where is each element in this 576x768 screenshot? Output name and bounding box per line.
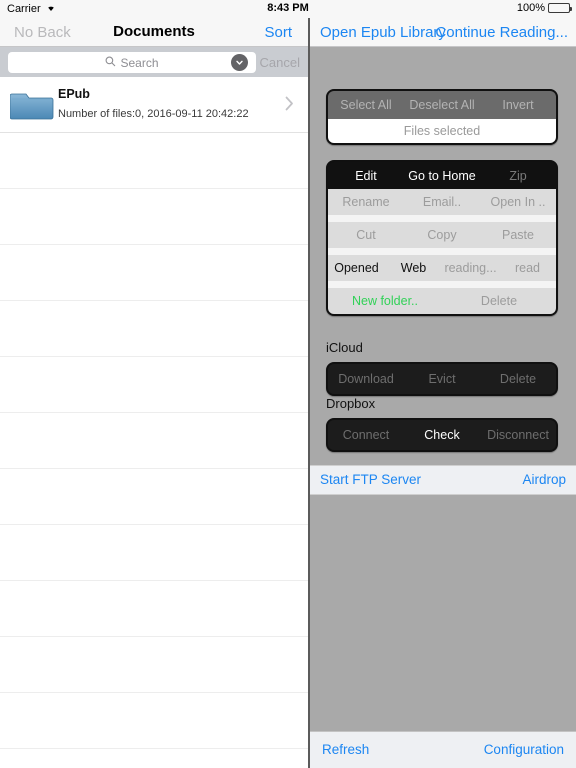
open-epub-library-button[interactable]: Open Epub Library xyxy=(320,24,446,41)
table-row[interactable] xyxy=(0,133,308,189)
page-title: Documents xyxy=(113,23,195,40)
cut-button[interactable]: Cut xyxy=(328,228,404,242)
battery-nub xyxy=(570,7,572,11)
status-bar-right: 100% xyxy=(516,2,572,14)
table-row[interactable] xyxy=(0,693,308,749)
search-input[interactable]: Search xyxy=(8,52,256,73)
dropbox-connect-button[interactable]: Connect xyxy=(328,428,404,442)
table-row[interactable] xyxy=(0,245,308,301)
app-root: Carrier 8:43 PM 100% No Back Documents S… xyxy=(0,0,576,768)
table-row[interactable] xyxy=(0,469,308,525)
search-bar: Search Cancel xyxy=(0,47,308,77)
icloud-buttons-row: Download Evict Delete xyxy=(328,364,556,394)
search-icon xyxy=(105,54,116,72)
opened-button[interactable]: Opened xyxy=(328,261,385,275)
files-selected-status: Files selected xyxy=(328,119,556,143)
icloud-evict-button[interactable]: Evict xyxy=(404,372,480,386)
status-bar: Carrier 8:43 PM 100% xyxy=(0,0,576,18)
table-row[interactable] xyxy=(0,581,308,637)
tools-pane: Open Epub Library Continue Reading... Se… xyxy=(310,18,576,768)
table-row[interactable] xyxy=(0,413,308,469)
table-row[interactable] xyxy=(0,525,308,581)
deselect-all-button[interactable]: Deselect All xyxy=(404,98,480,112)
row-separator xyxy=(328,281,556,288)
continue-reading-button[interactable]: Continue Reading... xyxy=(435,24,568,41)
row-subtitle: Number of files:0, 2016-09-11 20:42:22 xyxy=(58,108,249,120)
battery-percent-label: 100% xyxy=(516,2,545,14)
email-button[interactable]: Email.. xyxy=(404,195,480,209)
folder-icon xyxy=(9,88,54,122)
copy-button[interactable]: Copy xyxy=(404,228,480,242)
actions-row-clipboard: Cut Copy Paste xyxy=(328,222,556,248)
reading-button[interactable]: reading... xyxy=(442,261,499,275)
dropbox-disconnect-button[interactable]: Disconnect xyxy=(480,428,556,442)
icloud-download-button[interactable]: Download xyxy=(328,372,404,386)
new-folder-button[interactable]: New folder.. xyxy=(328,294,442,308)
table-row[interactable] xyxy=(0,301,308,357)
icloud-section-label: iCloud xyxy=(326,340,363,355)
battery-icon xyxy=(548,3,572,13)
read-button[interactable]: read xyxy=(499,261,556,275)
rename-button[interactable]: Rename xyxy=(328,195,404,209)
chevron-down-circle-icon[interactable] xyxy=(231,54,248,71)
actions-row-file: Rename Email.. Open In .. xyxy=(328,189,556,215)
row-title: EPub xyxy=(58,87,90,101)
zip-button[interactable]: Zip xyxy=(480,169,556,183)
actions-row-primary: Edit Go to Home Zip xyxy=(328,162,556,189)
actions-row-manage: New folder.. Delete xyxy=(328,288,556,314)
select-all-button[interactable]: Select All xyxy=(328,98,404,112)
airdrop-button[interactable]: Airdrop xyxy=(522,472,566,487)
go-to-home-button[interactable]: Go to Home xyxy=(404,169,480,183)
chevron-right-icon xyxy=(285,96,294,116)
invert-button[interactable]: Invert xyxy=(480,98,556,112)
selection-buttons-row: Select All Deselect All Invert xyxy=(328,91,556,119)
empty-rows-container xyxy=(0,133,308,749)
web-button[interactable]: Web xyxy=(385,261,442,275)
bottom-toolbar: Refresh Configuration xyxy=(310,731,576,768)
icloud-delete-button[interactable]: Delete xyxy=(480,372,556,386)
delete-button[interactable]: Delete xyxy=(442,294,556,308)
left-navigation-bar: No Back Documents Sort xyxy=(0,18,308,47)
search-placeholder: Search xyxy=(120,55,159,70)
row-separator xyxy=(328,248,556,255)
dropbox-buttons-row: Connect Check Disconnect xyxy=(328,420,556,450)
table-row[interactable] xyxy=(0,637,308,693)
table-row[interactable] xyxy=(0,189,308,245)
actions-row-filters: Opened Web reading... read xyxy=(328,255,556,281)
table-row[interactable]: EPub Number of files:0, 2016-09-11 20:42… xyxy=(0,77,308,133)
row-separator xyxy=(328,215,556,222)
documents-pane: No Back Documents Sort Search Cancel EPu… xyxy=(0,18,308,768)
sort-button[interactable]: Sort xyxy=(264,24,292,41)
actions-panel: Edit Go to Home Zip Rename Email.. Open … xyxy=(326,160,558,316)
clock-label: 8:43 PM xyxy=(267,2,309,14)
open-in-button[interactable]: Open In .. xyxy=(480,195,556,209)
status-badge: Files selected xyxy=(403,124,481,138)
edit-button[interactable]: Edit xyxy=(328,169,404,183)
search-cancel-button[interactable]: Cancel xyxy=(260,55,300,70)
ftp-bar: Start FTP Server Airdrop xyxy=(310,465,576,495)
paste-button[interactable]: Paste xyxy=(480,228,556,242)
dropbox-panel: Connect Check Disconnect xyxy=(326,418,558,452)
refresh-button[interactable]: Refresh xyxy=(322,742,369,757)
dropbox-section-label: Dropbox xyxy=(326,396,376,411)
start-ftp-server-button[interactable]: Start FTP Server xyxy=(320,472,421,487)
selection-panel: Select All Deselect All Invert Files sel… xyxy=(326,89,558,145)
table-row[interactable] xyxy=(0,357,308,413)
icloud-panel: Download Evict Delete xyxy=(326,362,558,396)
documents-list: EPub Number of files:0, 2016-09-11 20:42… xyxy=(0,77,308,749)
configuration-button[interactable]: Configuration xyxy=(484,742,564,757)
right-navigation-bar: Open Epub Library Continue Reading... xyxy=(310,18,576,47)
dropbox-check-button[interactable]: Check xyxy=(404,428,480,442)
